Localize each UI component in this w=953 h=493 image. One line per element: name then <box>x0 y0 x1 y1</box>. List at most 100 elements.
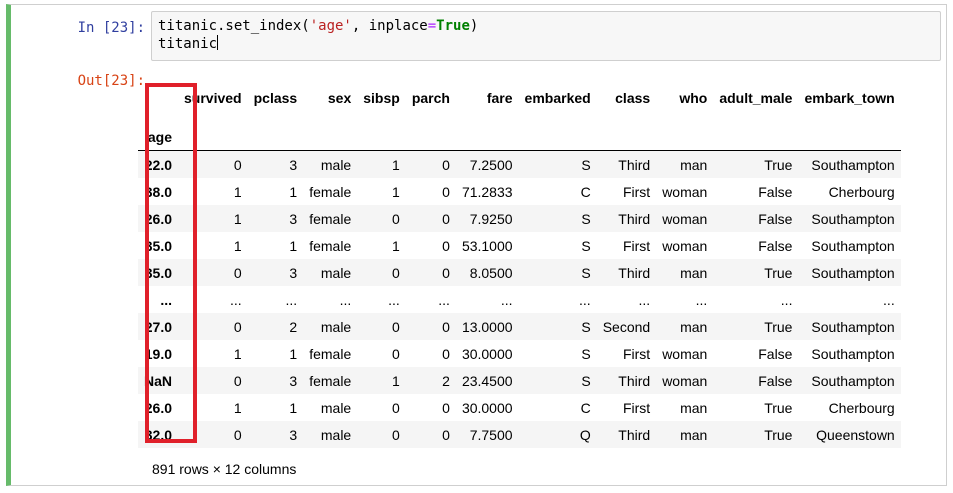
index-header-spacer <box>178 124 248 151</box>
table-cell: ... <box>388 291 400 308</box>
table-cell: 3 <box>289 426 298 443</box>
table-cell: Southampton <box>811 237 895 254</box>
table-cell: woman <box>662 210 708 227</box>
column-header-row: survived pclass sex sibsp parch fare embarked c… <box>138 72 901 124</box>
row-index-cell: 27.0 <box>144 318 173 335</box>
table-cell: 3 <box>289 210 298 227</box>
table-cell: man <box>680 264 708 281</box>
table-cell: ... <box>638 291 651 308</box>
table-cell: S <box>581 237 591 254</box>
table-cell: First <box>622 399 651 416</box>
table-cell: 30.0000 <box>461 399 513 416</box>
row-index-cell: 26.0 <box>144 210 173 227</box>
cell-output: survived pclass sex sibsp parch fare embarked c… <box>138 72 901 477</box>
table-cell: 0 <box>442 264 450 281</box>
table-cell: 53.1000 <box>461 237 513 254</box>
table-cell: 1 <box>233 183 242 200</box>
column-header-sex: sex <box>327 90 352 106</box>
table-row: 35.0 1 1 female 1 0 53.1000 S First woman False Sou… <box>138 232 901 259</box>
row-index-cell: 35.0 <box>144 237 173 254</box>
table-row: 22.0 0 3 male 1 0 7.2500 S Third man True Southampt… <box>138 150 901 178</box>
table-cell: S <box>581 345 591 362</box>
table-cell: Third <box>618 210 651 227</box>
table-cell: Q <box>579 426 591 443</box>
code-line-2: titanic <box>158 35 934 53</box>
table-cell: Third <box>618 156 651 173</box>
column-header-class: class <box>615 90 651 106</box>
table-cell: 0 <box>392 399 400 416</box>
table-cell: 30.0000 <box>461 345 513 362</box>
table-cell: C <box>580 399 591 416</box>
table-cell: 2 <box>442 372 450 389</box>
table-cell: First <box>622 237 651 254</box>
index-header-spacer <box>656 124 713 151</box>
table-cell: woman <box>662 345 708 362</box>
table-cell: 0 <box>442 156 450 173</box>
table-cell: S <box>581 372 591 389</box>
table-cell: woman <box>662 183 708 200</box>
table-cell: 1 <box>233 399 242 416</box>
row-index-cell: 26.0 <box>144 399 173 416</box>
table-cell: woman <box>662 237 708 254</box>
table-cell: 23.4500 <box>461 372 513 389</box>
table-cell: False <box>758 237 793 254</box>
table-cell: True <box>764 156 793 173</box>
table-row: 27.0 0 2 male 0 0 13.0000 S Second man True Southam… <box>138 313 901 340</box>
row-index-cell: ... <box>160 291 173 308</box>
table-cell: True <box>764 426 793 443</box>
row-index-cell: 35.0 <box>144 264 173 281</box>
output-prompt: Out[23]: <box>77 73 145 89</box>
table-cell: male <box>320 318 352 335</box>
table-cell: 1 <box>233 345 242 362</box>
table-cell: ... <box>339 291 352 308</box>
dataframe-body: 22.0 0 3 male 1 0 7.2500 S Third man True Southampt… <box>138 150 901 448</box>
table-cell: 3 <box>289 264 298 281</box>
index-name-header: age <box>147 129 173 145</box>
code-token: , inplace <box>351 18 428 34</box>
table-cell: male <box>320 264 352 281</box>
column-header-parch: parch <box>411 90 450 106</box>
table-cell: female <box>309 210 352 227</box>
row-index-cell: 32.0 <box>144 426 173 443</box>
table-cell: 1 <box>392 237 400 254</box>
table-row: 32.0 0 3 male 0 0 7.7500 Q Third man True Queenstow… <box>138 421 901 448</box>
table-cell: 0 <box>442 183 450 200</box>
table-cell: 1 <box>233 210 242 227</box>
row-index-cell: 38.0 <box>144 183 173 200</box>
column-header-sibsp: sibsp <box>363 90 400 106</box>
table-row: NaN 0 3 female 1 2 23.4500 S Third woman False Sout… <box>138 367 901 394</box>
column-header-pclass: pclass <box>253 90 298 106</box>
table-cell: female <box>309 372 352 389</box>
table-cell: 1 <box>233 237 242 254</box>
table-cell: False <box>758 345 793 362</box>
table-cell: 1 <box>392 183 400 200</box>
table-cell: False <box>758 372 793 389</box>
table-cell: ... <box>780 291 793 308</box>
table-cell: 8.0500 <box>469 264 513 281</box>
table-row: 26.0 1 1 male 0 0 30.0000 C First man True Cherbour… <box>138 394 901 421</box>
table-cell: S <box>581 264 591 281</box>
row-count-footer: 891 rows × 12 columns <box>152 461 297 477</box>
table-cell: Cherbourg <box>828 399 895 416</box>
table-cell: 0 <box>233 372 242 389</box>
index-header-spacer <box>798 124 900 151</box>
table-cell: 0 <box>442 318 450 335</box>
table-cell: 71.2833 <box>461 183 513 200</box>
table-cell: 3 <box>289 156 298 173</box>
table-row: .................................... <box>138 286 901 313</box>
table-cell: female <box>309 183 352 200</box>
table-cell: 3 <box>289 372 298 389</box>
index-header-spacer <box>597 124 656 151</box>
table-cell: woman <box>662 372 708 389</box>
table-cell: Third <box>618 426 651 443</box>
code-token-string: 'age' <box>309 18 352 34</box>
code-editor[interactable]: titanic.set_index('age', inplace=True) t… <box>151 11 941 61</box>
column-header-embark-town: embark_town <box>804 90 895 106</box>
column-header-fare: fare <box>486 90 513 106</box>
table-cell: male <box>320 156 352 173</box>
index-header-blank <box>138 72 178 124</box>
code-line-1: titanic.set_index('age', inplace=True) <box>158 18 934 35</box>
table-row: 26.0 1 3 female 0 0 7.9250 S Third woman False Sout… <box>138 205 901 232</box>
table-cell: 0 <box>233 318 242 335</box>
table-cell: 2 <box>289 318 298 335</box>
